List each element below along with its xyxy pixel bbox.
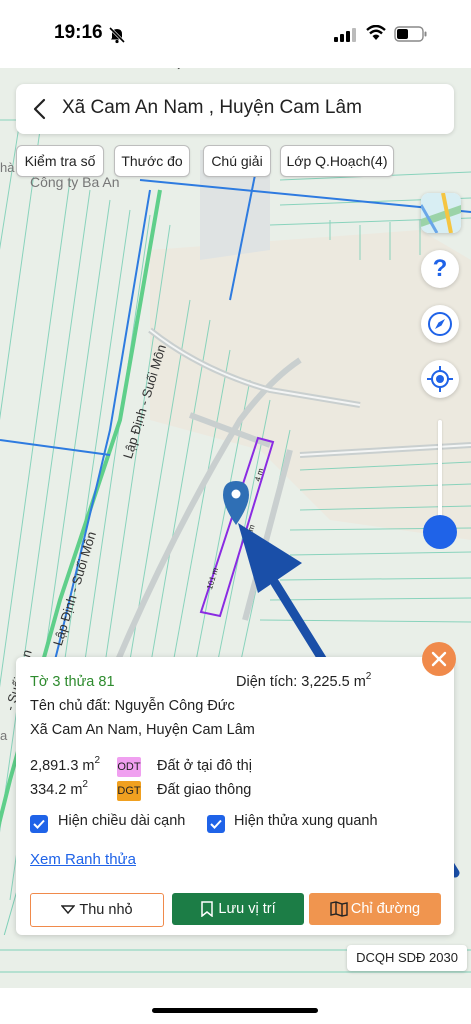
close-panel-button[interactable] [422,642,456,676]
map-icon [330,901,348,917]
map-layer-icon [421,193,461,233]
parcel-area: Diện tích: 3,225.5 m2 [236,671,372,690]
show-neighbors-checkbox[interactable] [207,815,225,833]
planning-layer-badge: DCQH SDĐ 2030 [347,945,467,971]
status-time: 19:16 [54,22,103,43]
parcel-area-value: Diện tích: 3,225.5 [236,674,350,690]
parcel-address: Xã Cam An Nam, Huyện Cam Lâm [30,722,255,738]
bell-off-icon [108,26,126,44]
legend-chip[interactable]: Chú giải [203,145,271,177]
parcel-area-unit: m [353,674,366,690]
bookmark-icon [201,901,214,918]
check-number-chip[interactable]: Kiểm tra số [16,145,104,177]
back-arrow-icon[interactable] [28,96,54,122]
help-icon: ? [432,255,448,282]
land-use-area-1-exp: 2 [94,755,101,766]
compass-icon [428,312,452,336]
map-label-fragment-left: hà [0,160,15,175]
directions-button[interactable]: Chỉ đường [309,893,441,925]
land-use-name-2: Đất giao thông [157,782,252,798]
show-edge-length-label: Hiện chiều dài cạnh [58,813,186,829]
view-boundary-link[interactable]: Xem Ranh thửa [30,851,136,868]
location-title: Xã Cam An Nam , Huyện Cam Lâm [62,97,362,118]
chevron-down-icon [60,905,76,915]
checkmark-icon [33,819,45,829]
checkmark-icon [210,819,222,829]
save-location-label: Lưu vị trí [218,901,276,917]
help-button[interactable]: ? [421,250,459,288]
land-use-area-1: 2,891.3 m2 [30,755,101,774]
land-use-area-2-value: 334.2 m [30,782,83,798]
location-header: Xã Cam An Nam , Huyện Cam Lâm [16,84,454,134]
collapse-label: Thu nhỏ [79,902,133,918]
land-use-name-1: Đất ở tại đô thị [157,758,252,774]
show-edge-length-checkbox[interactable] [30,815,48,833]
land-use-area-1-value: 2,891.3 m [30,758,95,774]
directions-label: Chỉ đường [350,901,421,917]
close-icon [431,651,447,667]
battery-icon [394,26,427,42]
compass-button[interactable] [421,305,459,343]
map-label-fragment-left-2: a [0,728,8,743]
save-location-button[interactable]: Lưu vị trí [172,893,304,925]
measure-chip[interactable]: Thước đo [114,145,190,177]
my-location-button[interactable] [421,360,459,398]
bottom-area [0,988,471,1024]
parcel-area-exp: 2 [365,671,372,682]
opacity-slider-knob[interactable] [423,515,457,549]
land-use-area-2: 334.2 m2 [30,779,88,798]
land-use-code-2: DGT [117,781,141,801]
wifi-icon [366,25,386,40]
signal-icon [334,28,356,42]
status-bar: 19:16 [0,0,471,68]
owner-name: Tên chủ đất: Nguyễn Công Đức [30,698,235,714]
location-pin-icon[interactable] [222,480,250,526]
crosshair-icon [427,366,453,392]
parcel-id: Tờ 3 thửa 81 [30,674,115,690]
parcel-info-panel: Tờ 3 thửa 81 Diện tích: 3,225.5 m2 Tên c… [16,657,454,935]
planning-layers-chip[interactable]: Lớp Q.Hoạch(4) [280,145,394,177]
land-use-code-1: ODT [117,757,141,777]
opacity-slider-track[interactable] [438,420,442,530]
land-use-area-2-exp: 2 [82,779,88,790]
home-indicator[interactable] [152,1008,318,1013]
map-layer-button[interactable] [421,193,461,233]
show-neighbors-label: Hiện thửa xung quanh [234,813,378,829]
collapse-button[interactable]: Thu nhỏ [30,893,164,927]
